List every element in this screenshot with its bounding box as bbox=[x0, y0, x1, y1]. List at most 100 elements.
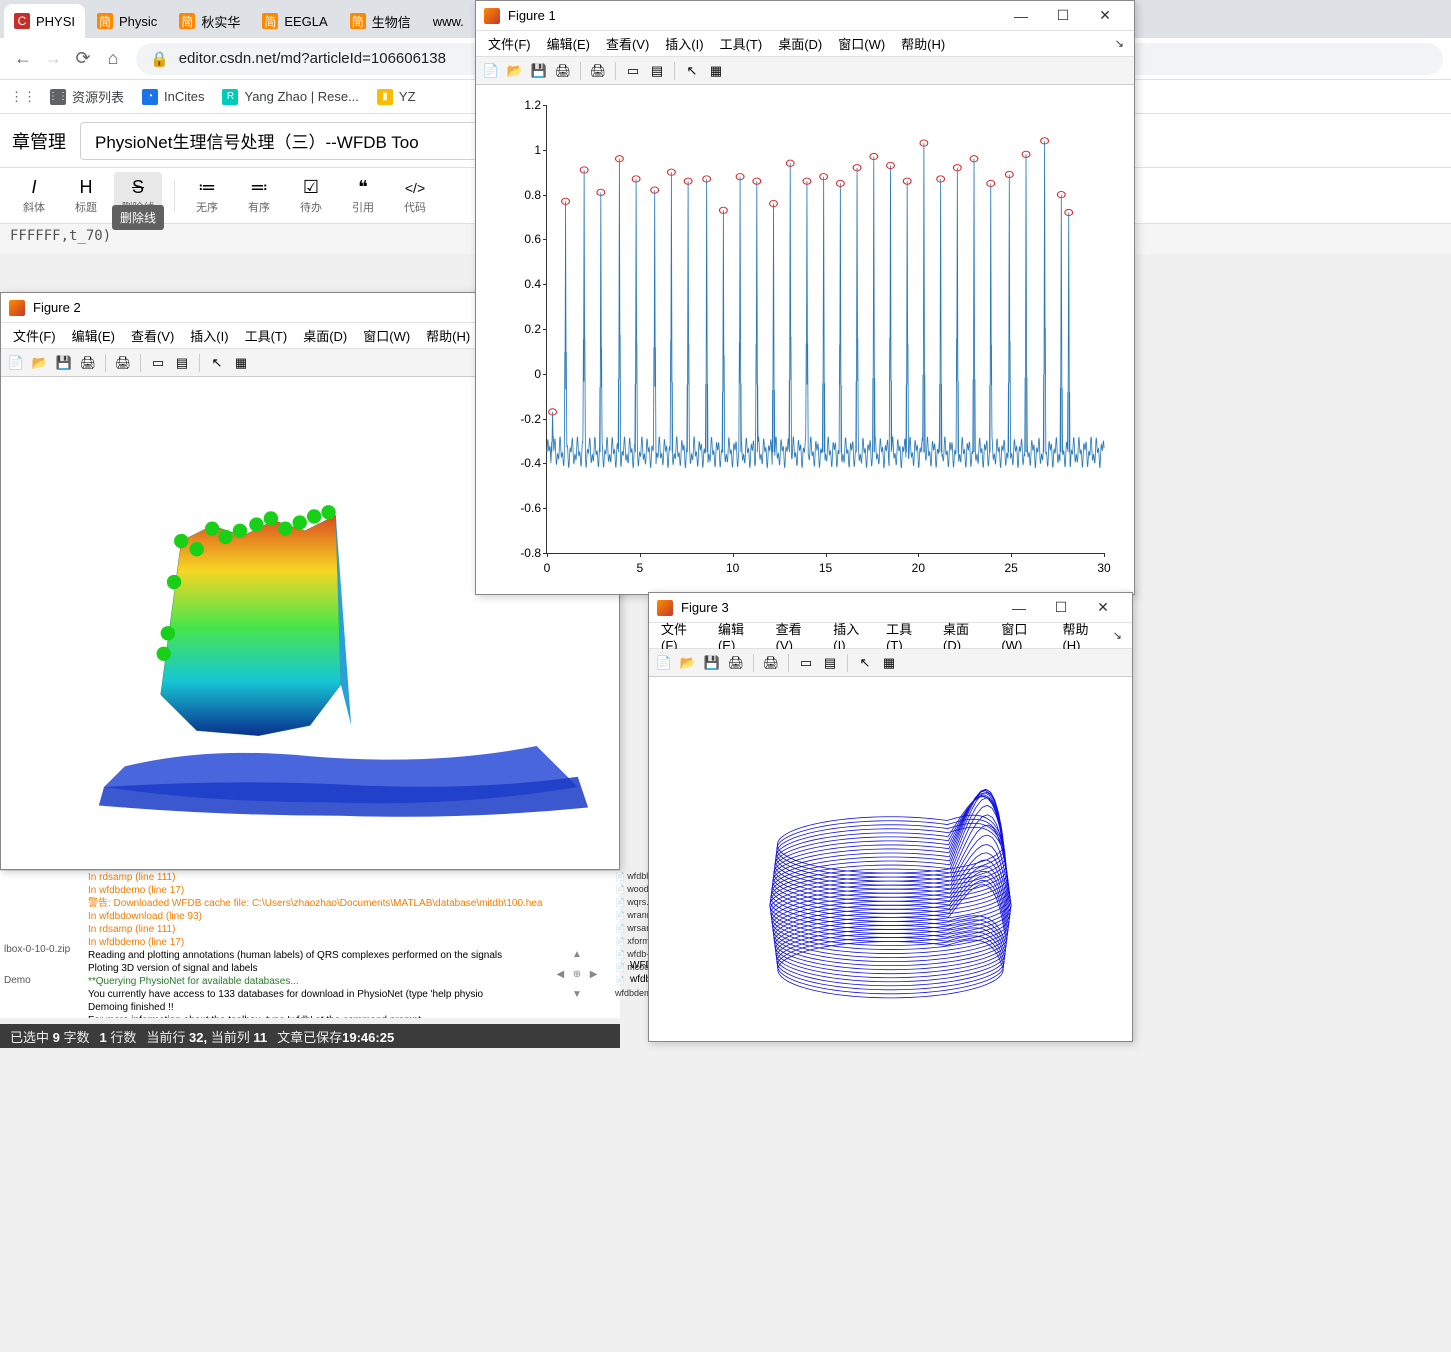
italic-button[interactable]: I 斜体 bbox=[10, 172, 58, 220]
toolbar-button[interactable]: ▤ bbox=[171, 352, 193, 374]
figure3-menubar: 文件(F)编辑(E)查看(V)插入(I)工具(T)桌面(D)窗口(W)帮助(H)… bbox=[649, 623, 1132, 649]
menu-item[interactable]: 编辑(E) bbox=[64, 326, 123, 345]
toolbar-button[interactable]: 📄 bbox=[480, 60, 502, 82]
figure1-plot bbox=[547, 105, 1104, 553]
toolbar-button[interactable]: 🖨 bbox=[760, 652, 782, 674]
forward-button[interactable]: → bbox=[38, 44, 68, 74]
toolbar-button[interactable]: ▭ bbox=[795, 652, 817, 674]
toolbar-button[interactable]: ▦ bbox=[705, 60, 727, 82]
toolbar-button[interactable]: 💾 bbox=[528, 60, 550, 82]
browser-tab[interactable]: CPHYSI bbox=[4, 4, 85, 38]
matlab-figure-3: Figure 3 — ☐ ✕ 文件(F)编辑(E)查看(V)插入(I)工具(T)… bbox=[648, 592, 1133, 1042]
browser-tab[interactable]: www. bbox=[423, 4, 474, 38]
menu-item[interactable]: 编辑(E) bbox=[539, 34, 598, 53]
heading-button[interactable]: H 标题 bbox=[62, 172, 110, 220]
toolbar-button[interactable]: 🖨 bbox=[77, 352, 99, 374]
toolbar-button[interactable]: 📄 bbox=[5, 352, 27, 374]
unordered-list-button[interactable]: ≔ 无序 bbox=[183, 172, 231, 220]
bookmark-item[interactable]: ◔InCites bbox=[142, 89, 204, 105]
todo-button[interactable]: ☑ 待办 bbox=[287, 172, 335, 220]
toolbar-button[interactable]: ▦ bbox=[230, 352, 252, 374]
menu-item[interactable]: 帮助(H) bbox=[418, 326, 478, 345]
quote-button[interactable]: ❝ 引用 bbox=[339, 172, 387, 220]
menu-item[interactable]: 桌面(D) bbox=[935, 619, 993, 653]
article-mgmt-label[interactable]: 章管理 bbox=[12, 128, 66, 154]
toolbar-button[interactable]: ▤ bbox=[646, 60, 668, 82]
figure3-canvas[interactable] bbox=[649, 677, 1132, 1041]
menu-item[interactable]: 工具(T) bbox=[878, 619, 935, 653]
menu-item[interactable]: 插入(I) bbox=[182, 326, 236, 345]
maximize-button[interactable]: ☐ bbox=[1042, 2, 1084, 30]
minimize-button[interactable]: — bbox=[1000, 2, 1042, 30]
pan-controls[interactable]: ▲ ◀⊕▶ ▼ bbox=[552, 944, 602, 1004]
menu-item[interactable]: 查看(V) bbox=[768, 619, 826, 653]
menu-item[interactable]: 帮助(H) bbox=[893, 34, 953, 53]
menu-item[interactable]: 工具(T) bbox=[237, 326, 296, 345]
back-button[interactable]: ← bbox=[8, 44, 38, 74]
close-button[interactable]: ✕ bbox=[1084, 2, 1126, 30]
toolbar-button[interactable]: 📄 bbox=[653, 652, 675, 674]
bookmark-item[interactable]: ▮YZ bbox=[377, 89, 416, 105]
toolbar-button[interactable]: ↖ bbox=[681, 60, 703, 82]
menu-item[interactable]: 查看(V) bbox=[598, 34, 657, 53]
toolbar-button[interactable]: ↖ bbox=[854, 652, 876, 674]
matlab-icon bbox=[484, 8, 500, 24]
figure1-titlebar[interactable]: Figure 1 — ☐ ✕ bbox=[476, 1, 1134, 31]
browser-tab[interactable]: 简EEGLA bbox=[252, 4, 337, 38]
ordered-list-button[interactable]: ≕ 有序 bbox=[235, 172, 283, 220]
menu-item[interactable]: 编辑(E) bbox=[710, 619, 768, 653]
toolbar-button[interactable]: 💾 bbox=[53, 352, 75, 374]
browser-tab[interactable]: 简Physic bbox=[87, 4, 167, 38]
toolbar-button[interactable]: 📂 bbox=[29, 352, 51, 374]
matlab-icon bbox=[9, 300, 25, 316]
menu-item[interactable]: 插入(I) bbox=[657, 34, 711, 53]
matlab-console[interactable]: In rdsamp (line 111)In wfdbdemo (line 17… bbox=[0, 870, 620, 1018]
minimize-button[interactable]: — bbox=[998, 594, 1040, 622]
toolbar-button[interactable]: ▦ bbox=[878, 652, 900, 674]
figure1-canvas[interactable]: -0.8-0.6-0.4-0.200.20.40.60.811.20510152… bbox=[476, 85, 1134, 594]
toolbar-button[interactable]: 🖨 bbox=[112, 352, 134, 374]
menu-item[interactable]: 文件(F) bbox=[480, 34, 539, 53]
figure1-toolbar: 📄📂💾🖨🖨▭▤↖▦ bbox=[476, 57, 1134, 85]
browser-tab[interactable]: 简生物信 bbox=[340, 4, 421, 38]
menu-item[interactable]: 插入(I) bbox=[825, 619, 878, 653]
menu-item[interactable]: 查看(V) bbox=[123, 326, 182, 345]
toolbar-button[interactable]: ▤ bbox=[819, 652, 841, 674]
figure3-toolbar: 📄📂💾🖨🖨▭▤↖▦ bbox=[649, 649, 1132, 677]
menu-item[interactable]: 文件(F) bbox=[653, 619, 710, 653]
menu-item[interactable]: 桌面(D) bbox=[770, 34, 830, 53]
bookmark-item[interactable]: ⋮⋮资源列表 bbox=[50, 87, 124, 106]
toolbar-button[interactable]: 📂 bbox=[504, 60, 526, 82]
toolbar-button[interactable]: ↖ bbox=[206, 352, 228, 374]
figure1-title: Figure 1 bbox=[508, 8, 1000, 23]
menu-item[interactable]: 窗口(W) bbox=[355, 326, 418, 345]
menu-item[interactable]: 工具(T) bbox=[712, 34, 771, 53]
menu-item[interactable]: 桌面(D) bbox=[295, 326, 355, 345]
reload-button[interactable]: ⟳ bbox=[68, 44, 98, 74]
figure1-axes: -0.8-0.6-0.4-0.200.20.40.60.811.20510152… bbox=[546, 105, 1104, 554]
url-text: editor.csdn.net/md?articleId=106606138 bbox=[179, 50, 446, 67]
menu-item[interactable]: 窗口(W) bbox=[830, 34, 893, 53]
toolbar-button[interactable]: 🖨 bbox=[587, 60, 609, 82]
close-button[interactable]: ✕ bbox=[1082, 594, 1124, 622]
menu-item[interactable]: 帮助(H) bbox=[1054, 619, 1112, 653]
figure3-wireframe bbox=[649, 677, 1132, 1041]
toolbar-button[interactable]: ▭ bbox=[622, 60, 644, 82]
menu-item[interactable]: 窗口(W) bbox=[993, 619, 1054, 653]
figure3-title: Figure 3 bbox=[681, 600, 998, 615]
home-button[interactable]: ⌂ bbox=[98, 44, 128, 74]
code-button[interactable]: </> 代码 bbox=[391, 172, 439, 220]
toolbar-button[interactable]: ▭ bbox=[147, 352, 169, 374]
bookmark-item[interactable]: RYang Zhao | Rese... bbox=[222, 89, 358, 105]
editor-status-bar: 已选中 9 字数 1 行数 当前行 32, 当前列 11 文章已保存19:46:… bbox=[0, 1024, 620, 1048]
toolbar-separator bbox=[174, 180, 175, 212]
toolbar-button[interactable]: 💾 bbox=[701, 652, 723, 674]
matlab-icon bbox=[657, 600, 673, 616]
toolbar-button[interactable]: 📂 bbox=[677, 652, 699, 674]
browser-tab[interactable]: 简秋实华 bbox=[169, 4, 250, 38]
menu-item[interactable]: 文件(F) bbox=[5, 326, 64, 345]
toolbar-button[interactable]: 🖨 bbox=[725, 652, 747, 674]
article-title-input[interactable] bbox=[80, 122, 480, 160]
toolbar-button[interactable]: 🖨 bbox=[552, 60, 574, 82]
maximize-button[interactable]: ☐ bbox=[1040, 594, 1082, 622]
